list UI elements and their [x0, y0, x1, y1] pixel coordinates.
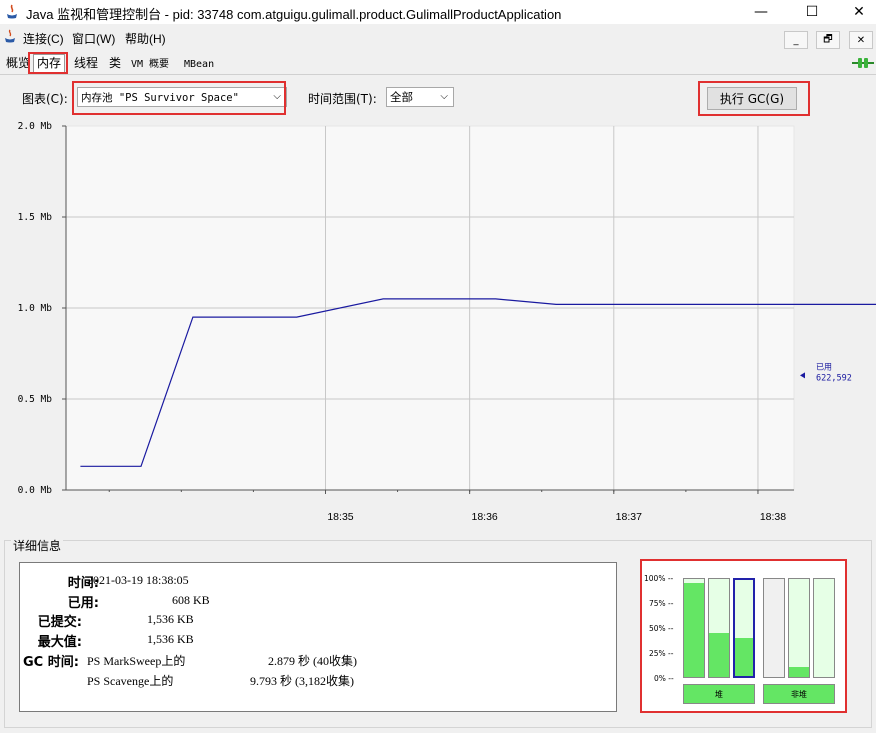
menu-help[interactable]: 帮助(H) — [125, 30, 166, 47]
time-range-label: 时间范围(T): — [308, 92, 377, 106]
details-title: 详细信息 — [11, 537, 64, 554]
time-range-dropdown[interactable]: 全部 ⌵ — [386, 87, 454, 107]
y-tick-label: 2.0 Mb — [18, 121, 53, 132]
used-label: 已用: — [67, 596, 99, 611]
committed-value: 1,536 KB — [147, 612, 194, 626]
gc-time-label: GC 时间: — [23, 655, 79, 670]
time-range-value: 全部 — [390, 90, 413, 104]
committed-label: 已提交: — [37, 615, 82, 630]
title-bar: Java 监视和管理控制台 - pid: 33748 com.atguigu.g… — [0, 0, 876, 24]
internal-minimize-button[interactable]: _ — [784, 31, 808, 49]
x-axis: 18:35 18:36 18:37 18:38 — [66, 489, 794, 523]
highlight-memory-pools — [640, 559, 847, 713]
tab-mbean[interactable]: MBean — [180, 55, 218, 74]
y-tick-label: 0.0 Mb — [18, 485, 53, 496]
max-value: 1,536 KB — [147, 632, 194, 646]
window-title: Java 监视和管理控制台 - pid: 33748 com.atguigu.g… — [26, 7, 562, 22]
y-tick-label: 1.0 Mb — [18, 303, 53, 314]
menu-window[interactable]: 窗口(W) — [72, 30, 115, 47]
gc-scavenge-name: PS Scavenge上的 — [87, 674, 174, 688]
details-box: 时间: 2021-03-19 18:38:05 已用: 608 KB 已提交: … — [19, 562, 617, 712]
java-app-icon — [7, 4, 17, 19]
x-tick-label: 18:37 — [616, 511, 642, 523]
current-value: 622,592 — [816, 373, 852, 383]
used-value: 608 KB — [172, 593, 210, 607]
memory-chart: 2.0 Mb1.5 Mb1.0 Mb0.5 Mb0.0 Mb 18:35 18:3… — [18, 121, 876, 523]
x-tick-label: 18:35 — [327, 511, 353, 523]
internal-close-button[interactable]: ✕ — [849, 31, 873, 49]
tab-threads[interactable]: 线程 — [70, 54, 102, 73]
current-label: 已用 — [816, 362, 832, 371]
tab-divider — [0, 74, 876, 75]
menu-bar: 连接(C) 窗口(W) 帮助(H) — [0, 26, 876, 48]
x-tick-label: 18:38 — [760, 511, 786, 523]
chevron-down-icon: ⌵ — [440, 91, 448, 102]
connection-status-icon — [852, 58, 874, 68]
highlight-memory-tab — [28, 52, 68, 74]
highlight-chart-selector — [72, 81, 286, 115]
time-value: 2021-03-19 18:38:05 — [87, 573, 189, 587]
y-axis: 2.0 Mb 1.5 Mb 1.0 Mb 0.5 Mb 0.0 Mb — [18, 121, 67, 496]
internal-restore-button[interactable]: 🗗 — [816, 31, 840, 49]
gc-scavenge-value: 9.793 秒 (3,182收集) — [250, 674, 354, 688]
gc-marksweep-value: 2.879 秒 (40收集) — [268, 654, 357, 668]
y-tick-label: 1.5 Mb — [18, 212, 53, 223]
current-value-marker: 已用 622,592 — [800, 362, 852, 383]
close-button[interactable]: ✕ — [836, 0, 876, 24]
tab-vm-summary[interactable]: VM 概要 — [127, 55, 173, 74]
chart-selector-label: 图表(C): — [22, 92, 68, 106]
maximize-button[interactable]: ☐ — [789, 0, 835, 24]
gc-marksweep-name: PS MarkSweep上的 — [87, 654, 186, 668]
max-label: 最大值: — [37, 635, 82, 650]
java-cup-icon — [5, 29, 15, 43]
highlight-gc-button — [698, 81, 810, 116]
menu-connect[interactable]: 连接(C) — [23, 30, 64, 47]
current-arrow-icon — [800, 372, 805, 379]
y-tick-label: 0.5 Mb — [18, 394, 53, 405]
tab-classes[interactable]: 类 — [105, 54, 125, 73]
x-tick-label: 18:36 — [472, 511, 498, 523]
minimize-button[interactable]: — — [738, 0, 784, 24]
